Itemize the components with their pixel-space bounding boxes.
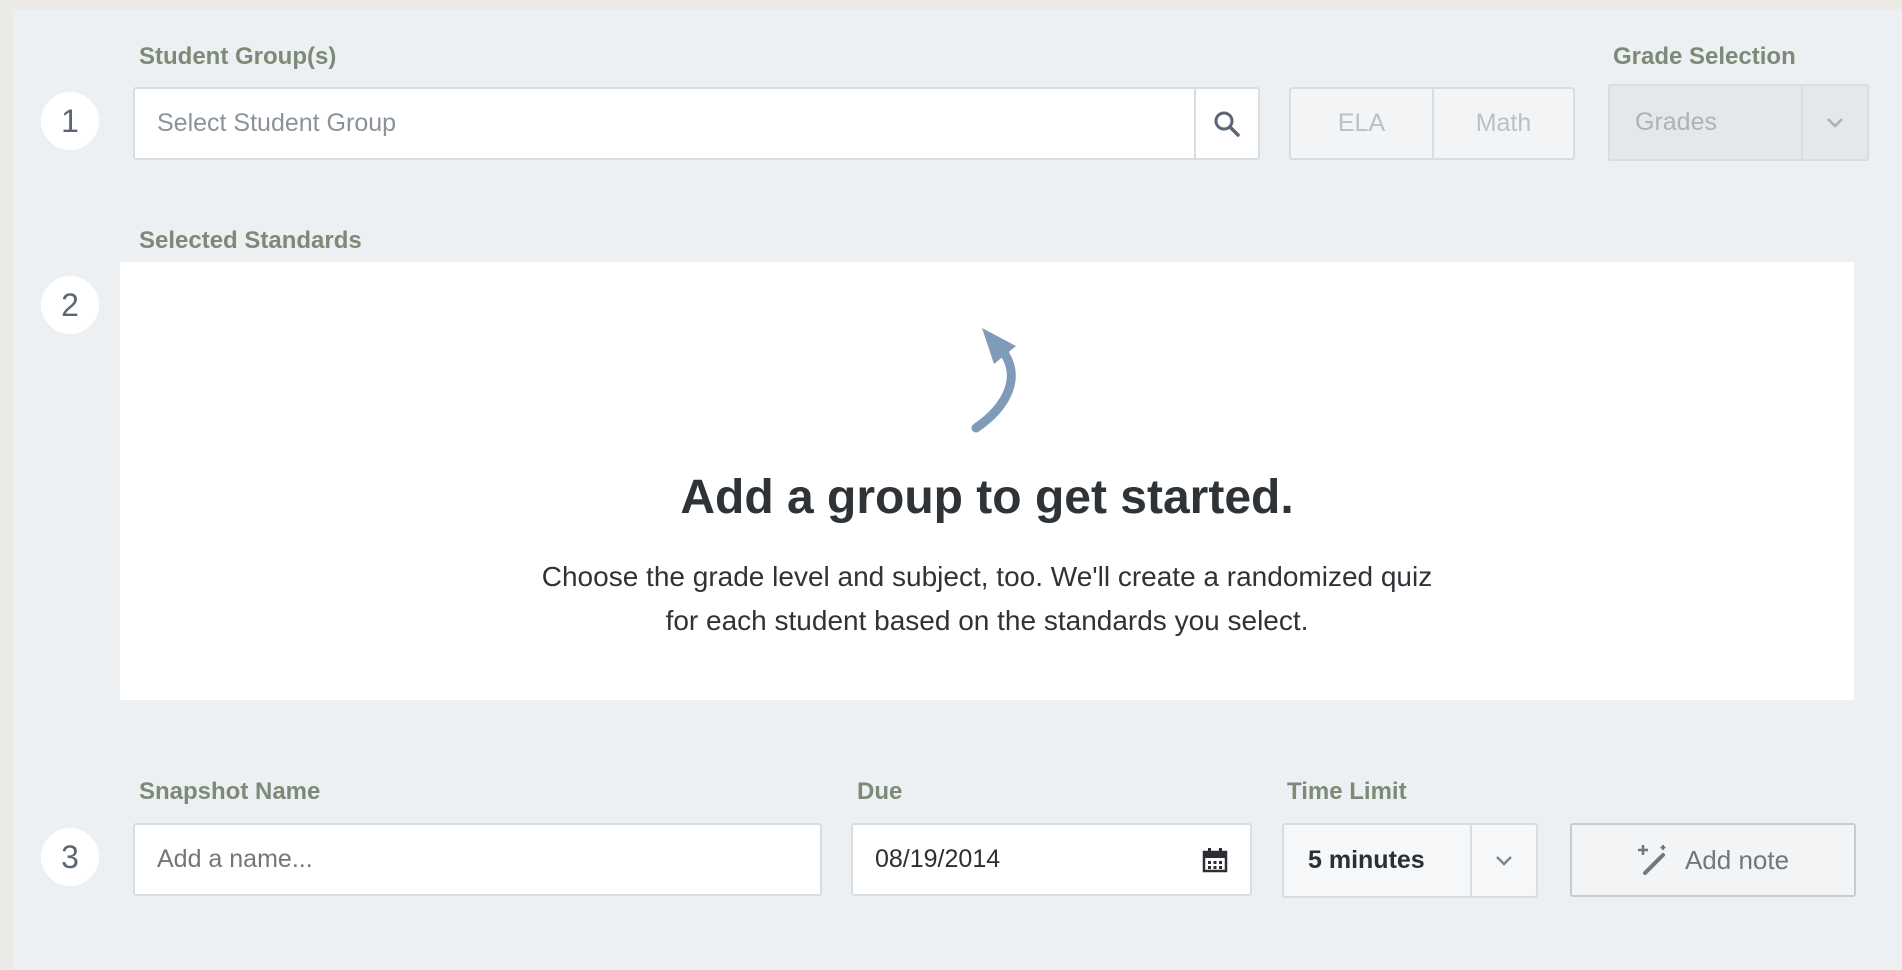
step-number-2: 2 [41,276,99,334]
add-note-button[interactable]: Add note [1570,823,1856,897]
search-icon[interactable] [1194,89,1258,158]
step-number-3: 3 [41,828,99,886]
add-note-label: Add note [1684,844,1790,875]
empty-state-line-1: Choose the grade level and subject, too.… [541,561,1433,592]
empty-state-headline: Add a group to get started. [680,471,1294,524]
snapshot-name-label: Snapshot Name [139,778,321,805]
subject-math-button[interactable]: Math [1432,87,1575,160]
selected-standards-label: Selected Standards [139,227,362,254]
calendar-icon[interactable] [1202,847,1228,873]
due-label: Due [857,778,903,805]
due-date-field[interactable]: 08/19/2014 [851,823,1252,896]
selected-standards-area: Add a group to get started. Choose the g… [120,262,1854,700]
chevron-down-icon [1801,86,1867,159]
snapshot-name-input[interactable] [133,823,822,896]
curved-arrow-up-icon [968,328,1030,439]
time-limit-select[interactable]: 5 minutes [1282,823,1538,898]
student-group-search-field[interactable]: Select Student Group [133,87,1260,160]
empty-state-description: Choose the grade level and subject, too.… [120,555,1854,643]
student-group-placeholder: Select Student Group [157,109,397,137]
empty-state-line-2: for each student based on the standards … [665,605,1309,636]
grade-selection-dropdown[interactable]: Grades [1608,84,1869,161]
student-group-label: Student Group(s) [139,43,337,70]
grade-selection-label: Grade Selection [1613,43,1796,70]
grade-selection-value: Grades [1635,108,1717,136]
time-limit-label: Time Limit [1287,778,1407,805]
time-limit-value: 5 minutes [1308,846,1425,874]
step-number-1: 1 [41,92,99,150]
subject-ela-button[interactable]: ELA [1289,87,1434,160]
due-date-value: 08/19/2014 [875,845,1001,873]
chevron-down-icon [1470,825,1536,896]
magic-wand-icon [1637,843,1671,877]
